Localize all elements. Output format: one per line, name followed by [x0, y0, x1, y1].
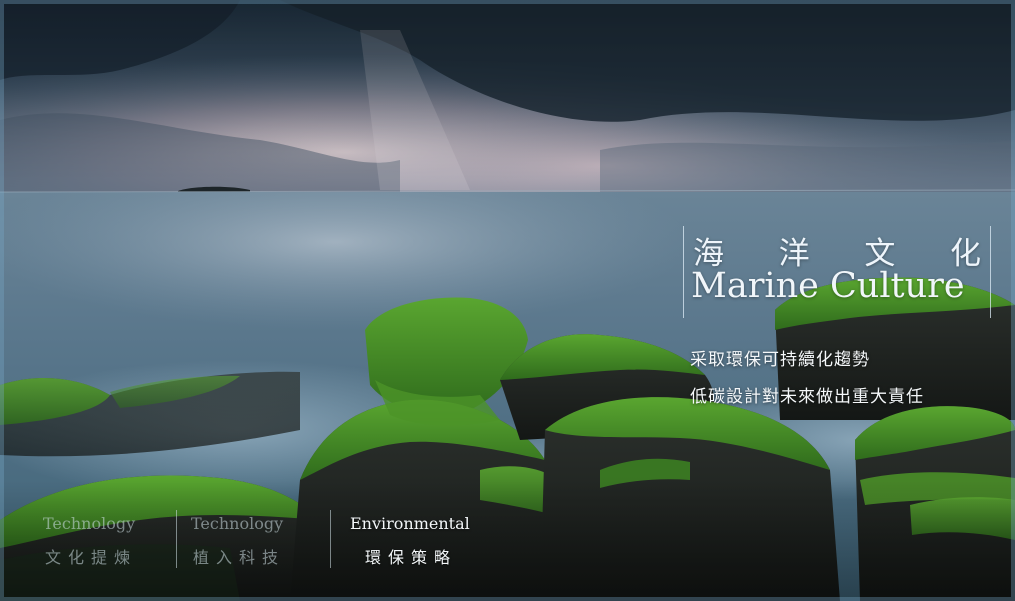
- nav-item-label-cn: 植入科技: [193, 548, 286, 567]
- nav-item-label-en: Technology: [43, 514, 136, 533]
- hero-title: 海 洋 文 化 Marine Culture: [683, 226, 991, 318]
- tagline-line-2: 低碳設計對未來做出重大責任: [690, 387, 924, 407]
- nav-item-label-en: Technology: [191, 514, 284, 533]
- nav-item-label-cn: 文化提煉: [45, 548, 138, 567]
- nav-item-label-en: Environmental: [350, 514, 470, 533]
- title-english: Marine Culture: [691, 266, 965, 306]
- nav-item-label-cn: 環保策略: [365, 548, 458, 567]
- title-divider-right: [990, 226, 991, 318]
- nav-divider: [176, 510, 177, 568]
- nav-item-culture-refinement[interactable]: Technology 文化提煉: [43, 508, 167, 570]
- nav-divider: [330, 510, 331, 568]
- tagline-line-1: 采取環保可持續化趨勢: [690, 350, 870, 370]
- nav-item-technology-integration[interactable]: Technology 植入科技: [191, 508, 315, 570]
- nav-item-environmental-strategy[interactable]: Environmental 環保策略: [350, 508, 500, 570]
- title-divider-left: [683, 226, 684, 318]
